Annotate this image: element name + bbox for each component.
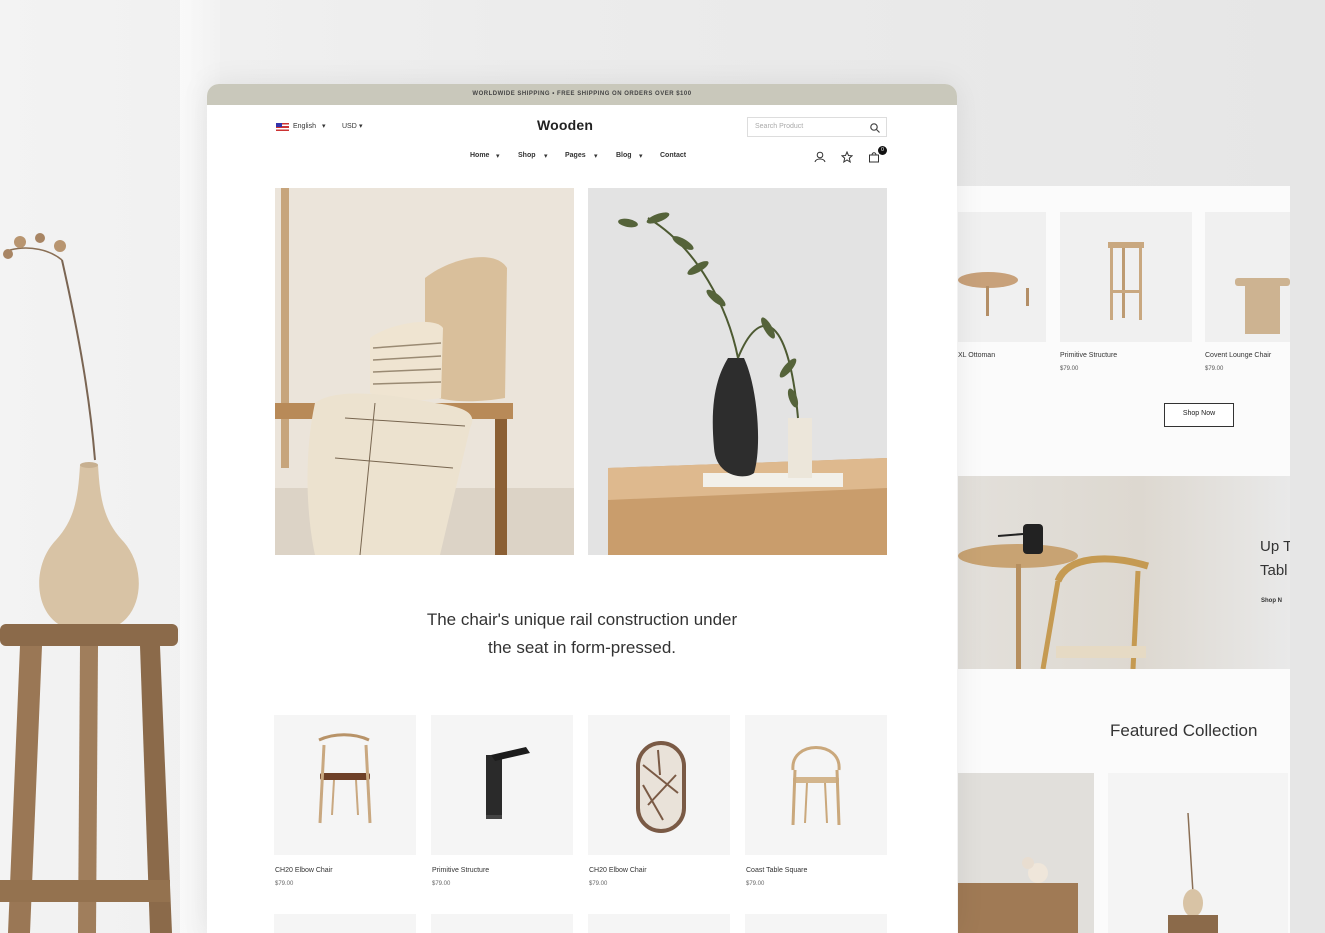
collection-image[interactable] xyxy=(958,773,1094,933)
language-selector[interactable]: English xyxy=(293,123,316,130)
cart-count-badge: 0 xyxy=(878,146,887,155)
chevron-down-icon: ▾ xyxy=(496,153,500,160)
nav-pages[interactable]: Pages xyxy=(565,152,586,159)
search-placeholder: Search Product xyxy=(755,123,804,130)
tagline-line: The chair's unique rail construction und… xyxy=(426,610,738,629)
product-name[interactable]: Coast Table Square xyxy=(746,867,807,874)
tagline-line: the seat in form-pressed. xyxy=(487,638,677,657)
product-name: Primitive Structure xyxy=(1060,352,1118,359)
product-price: $79.00 xyxy=(1060,366,1079,372)
product-name: XL Ottoman xyxy=(958,352,996,359)
storefront-page: WORLDWIDE SHIPPING • FREE SHIPPING ON OR… xyxy=(207,84,957,933)
chevron-down-icon: ▾ xyxy=(322,123,326,130)
banner-title: Up T xyxy=(1260,538,1290,555)
product-price: $79.00 xyxy=(432,881,451,887)
featured-collection-heading: Featured Collection xyxy=(1110,721,1258,740)
vase-stool-illustration xyxy=(0,233,178,933)
product-name: Covent Lounge Chair xyxy=(1205,352,1272,359)
currency-selector[interactable]: USD xyxy=(342,123,357,130)
product-card[interactable] xyxy=(274,914,416,933)
product-card[interactable] xyxy=(1205,212,1290,342)
wishlist-star-icon[interactable] xyxy=(841,151,853,163)
chevron-down-icon: ▾ xyxy=(544,153,548,160)
product-card[interactable] xyxy=(274,715,416,855)
search-input[interactable]: Search Product xyxy=(747,117,887,137)
product-card[interactable] xyxy=(588,715,730,855)
chevron-down-icon: ▾ xyxy=(639,153,643,160)
user-icon[interactable] xyxy=(814,151,826,163)
banner-title: Tabl xyxy=(1260,562,1288,579)
announcement-bar: WORLDWIDE SHIPPING • FREE SHIPPING ON OR… xyxy=(207,84,957,105)
hero-image-vase[interactable] xyxy=(588,188,887,555)
product-price: $79.00 xyxy=(1205,366,1224,372)
product-card[interactable] xyxy=(745,914,887,933)
search-icon[interactable] xyxy=(870,123,880,133)
product-card[interactable] xyxy=(431,715,573,855)
product-price: $79.00 xyxy=(275,881,294,887)
collection-image[interactable] xyxy=(1108,773,1288,933)
product-card[interactable] xyxy=(431,914,573,933)
nav-home[interactable]: Home xyxy=(470,152,489,159)
chevron-down-icon: ▾ xyxy=(359,123,363,130)
product-card[interactable] xyxy=(958,212,1046,342)
product-name[interactable]: Primitive Structure xyxy=(432,867,489,874)
site-logo[interactable]: Wooden xyxy=(537,117,593,133)
tagline-text: The chair's unique rail construction und… xyxy=(377,606,787,662)
product-name[interactable]: CH20 Elbow Chair xyxy=(589,867,647,874)
product-card[interactable] xyxy=(588,914,730,933)
product-price: $79.00 xyxy=(746,881,765,887)
secondary-page-preview: XL Ottoman Primitive Structure $79.00 Co… xyxy=(920,186,1290,933)
nav-blog[interactable]: Blog xyxy=(616,152,632,159)
product-price: $79.00 xyxy=(589,881,608,887)
shop-now-button[interactable]: Shop Now xyxy=(1164,403,1234,427)
hero-image-bench[interactable] xyxy=(275,188,574,555)
nav-shop[interactable]: Shop xyxy=(518,152,536,159)
product-card[interactable] xyxy=(1060,212,1192,342)
chevron-down-icon: ▾ xyxy=(594,153,598,160)
promo-banner[interactable] xyxy=(958,476,1290,670)
product-name[interactable]: CH20 Elbow Chair xyxy=(275,867,333,874)
us-flag-icon xyxy=(276,123,282,127)
nav-contact[interactable]: Contact xyxy=(660,152,686,159)
product-card[interactable] xyxy=(745,715,887,855)
banner-link[interactable]: Shop N xyxy=(1261,598,1282,604)
